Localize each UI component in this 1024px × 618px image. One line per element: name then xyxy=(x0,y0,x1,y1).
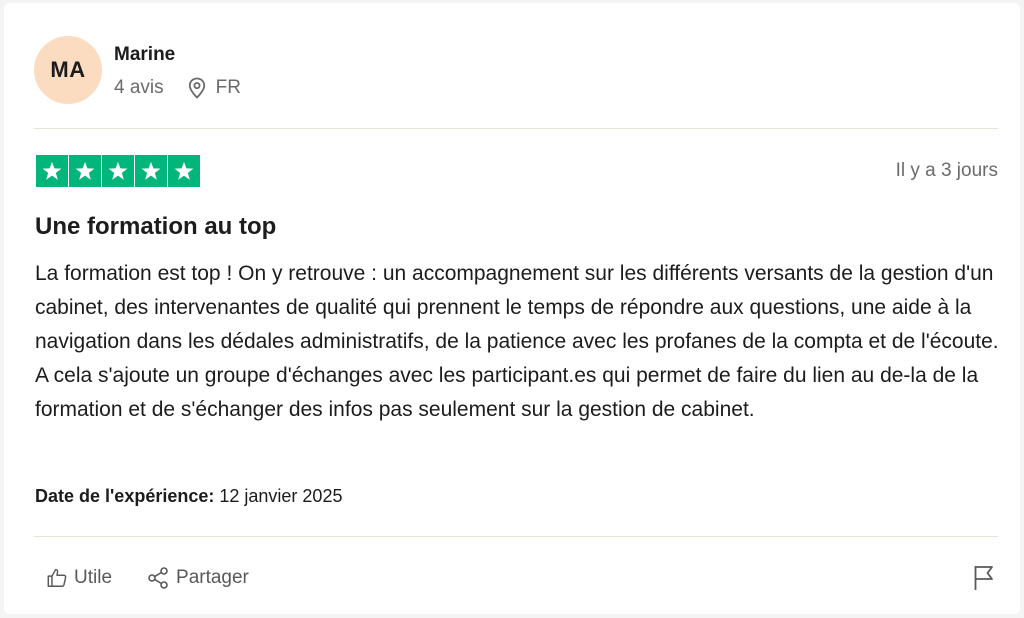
star-icon xyxy=(168,155,200,187)
avatar[interactable]: MA xyxy=(34,36,102,104)
star-icon xyxy=(36,155,68,187)
reviewer-country: FR xyxy=(215,77,241,98)
reviewer-header: MA Marine 4 avis FR xyxy=(34,36,994,108)
star-icon xyxy=(102,155,134,187)
divider xyxy=(34,128,998,129)
share-label: Partager xyxy=(176,567,249,588)
review-relative-date: Il y a 3 jours xyxy=(895,160,998,181)
thumbs-up-icon xyxy=(47,568,67,587)
avatar-initials: MA xyxy=(50,57,86,82)
experience-date-value: 12 janvier 2025 xyxy=(219,486,343,506)
star-icon xyxy=(135,155,167,187)
review-count: 4 avis xyxy=(114,77,164,98)
divider xyxy=(34,536,998,537)
location-pin-icon xyxy=(188,77,206,99)
share-icon xyxy=(148,567,168,589)
reviewer-name[interactable]: Marine xyxy=(114,44,175,66)
review-title[interactable]: Une formation au top xyxy=(35,213,276,241)
report-button[interactable] xyxy=(972,564,996,597)
flag-icon xyxy=(974,566,993,590)
useful-label: Utile xyxy=(74,567,113,588)
star-icon xyxy=(69,155,101,187)
star-rating xyxy=(36,155,200,187)
experience-date: Date de l'expérience: 12 janvier 2025 xyxy=(35,486,342,507)
review-card: MA Marine 4 avis FR Il y a 3 jours Une f… xyxy=(4,3,1020,614)
review-actions: Utile Partager xyxy=(46,566,283,590)
share-button[interactable]: Partager xyxy=(146,566,249,590)
useful-button[interactable]: Utile xyxy=(46,567,112,589)
experience-label: Date de l'expérience: xyxy=(35,486,215,506)
reviewer-meta: 4 avis FR xyxy=(114,77,241,99)
review-text: La formation est top ! On y retrouve : u… xyxy=(35,262,999,421)
